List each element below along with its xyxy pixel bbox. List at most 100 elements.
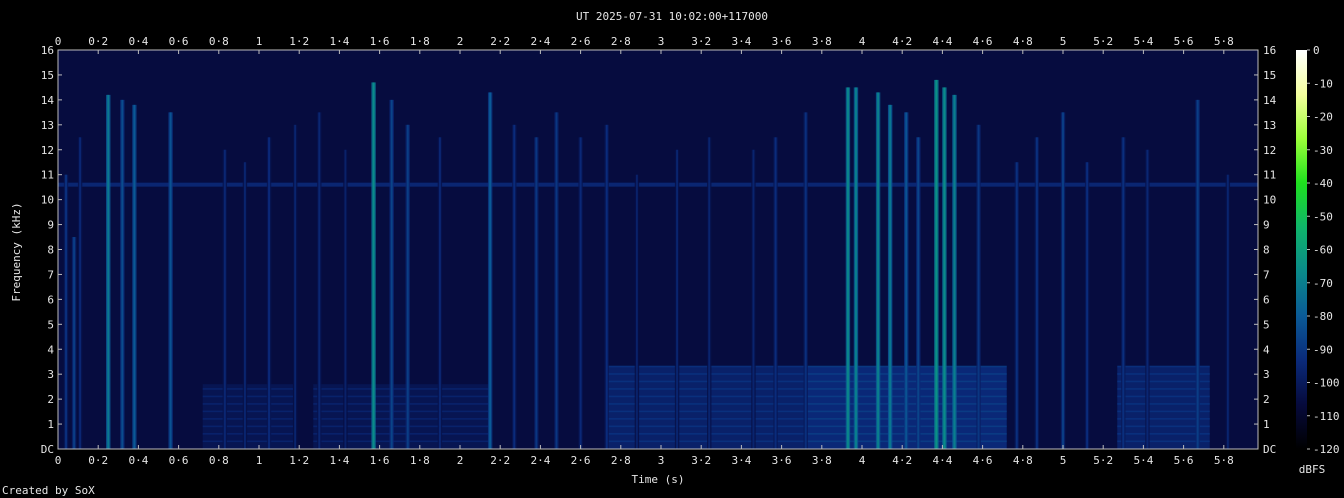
harmonic-line [313, 403, 491, 405]
transient-core [752, 149, 755, 449]
x-tick-label-bottom: 3 [658, 454, 665, 467]
y-tick-label-right: 16 [1263, 44, 1276, 57]
transient-core [1062, 112, 1064, 449]
x-tick-label-top: 5·4 [1133, 35, 1153, 48]
harmonic-line [313, 425, 491, 428]
transient-core [243, 162, 246, 449]
colorbar-tick-label: -40 [1313, 177, 1333, 190]
transient-28 [803, 112, 808, 449]
harmonic-line [202, 410, 294, 413]
harmonic-line [313, 388, 491, 390]
harmonic-segment-1 [313, 384, 491, 449]
transient-18 [512, 124, 517, 449]
transient-43 [1121, 137, 1126, 449]
y-tick-label-right: 12 [1263, 144, 1276, 157]
x-tick-label-top: 2·2 [490, 35, 510, 48]
transient-core [943, 87, 946, 449]
transient-36 [942, 87, 947, 449]
transient-core [223, 149, 226, 449]
x-tick-label-bottom: 1·6 [370, 454, 390, 467]
transient-core [935, 79, 938, 450]
x-tick-label-top: 1·8 [410, 35, 430, 48]
y-tick-label-right: 1 [1263, 418, 1270, 431]
transient-6 [168, 112, 173, 449]
transient-core [318, 112, 321, 449]
y-tick-label-right: 3 [1263, 368, 1270, 381]
transient-41 [1060, 112, 1066, 449]
colorbar-tick-label: -90 [1313, 343, 1333, 356]
transient-25 [707, 137, 712, 449]
y-tick-label-left: DC [41, 443, 54, 456]
credit-text: Created by SoX [2, 484, 95, 497]
x-tick-label-top: 0·4 [128, 35, 148, 48]
transient-core [133, 104, 136, 450]
harmonic-line [202, 433, 294, 435]
y-tick-label-left: 5 [47, 318, 54, 331]
colorbar-tick-label: -60 [1313, 244, 1333, 257]
transient-core [854, 87, 857, 449]
x-tick-label-top: 1·2 [289, 35, 309, 48]
y-tick-label-right: 13 [1263, 119, 1276, 132]
x-tick-label-top: 4·4 [932, 35, 952, 48]
harmonic-line [313, 418, 491, 420]
x-tick-label-top: 2·8 [611, 35, 631, 48]
transient-core [372, 82, 375, 449]
x-tick-label-bottom: 0 [55, 454, 62, 467]
x-tick-label-top: 3 [658, 35, 665, 48]
x-tick-label-bottom: 2·6 [571, 454, 591, 467]
transient-29 [845, 87, 851, 449]
y-tick-label-right: 4 [1263, 343, 1270, 356]
transient-19 [534, 137, 539, 449]
transient-core [438, 137, 441, 449]
transient-core [121, 99, 124, 449]
tone-band [58, 182, 1258, 187]
transient-core [65, 174, 68, 449]
transient-core [889, 104, 892, 450]
transient-11 [317, 112, 322, 449]
transient-37 [952, 94, 957, 449]
harmonic-line [202, 403, 294, 405]
y-tick-label-right: 11 [1263, 169, 1276, 182]
x-tick-label-top: 3·2 [691, 35, 711, 48]
transient-core [344, 149, 347, 449]
x-tick-label-bottom: 4·2 [892, 454, 912, 467]
transient-10 [292, 124, 298, 449]
transient-core [390, 99, 393, 449]
x-tick-label-bottom: 3·6 [772, 454, 792, 467]
x-tick-label-top: 4·6 [973, 35, 993, 48]
transient-core [1146, 149, 1149, 449]
transient-core [917, 137, 920, 449]
transient-core [579, 137, 582, 449]
y-tick-label-left: 8 [47, 244, 54, 257]
x-tick-label-top: 1·6 [370, 35, 390, 48]
x-tick-label-top: 5·8 [1214, 35, 1234, 48]
x-tick-label-top: 1·4 [329, 35, 349, 48]
harmonic-line [313, 395, 491, 398]
transient-9 [266, 137, 272, 449]
transient-31 [875, 92, 881, 450]
x-tick-label-top: 0·2 [88, 35, 108, 48]
x-tick-label-bottom: 1·2 [289, 454, 309, 467]
colorbar-tick-label: 0 [1313, 44, 1320, 57]
transient-32 [887, 104, 893, 450]
harmonic-line [202, 425, 294, 428]
transient-15 [405, 124, 410, 449]
y-tick-label-left: 14 [41, 94, 55, 107]
x-tick-label-bottom: 5 [1060, 454, 1067, 467]
transient-core [79, 137, 82, 449]
x-tick-label-bottom: 3·4 [731, 454, 751, 467]
x-tick-label-bottom: 1·4 [329, 454, 349, 467]
x-tick-label-top: 0·6 [169, 35, 189, 48]
x-tick-label-bottom: 5·6 [1174, 454, 1194, 467]
transient-core [489, 92, 492, 450]
y-tick-label-left: 4 [47, 343, 54, 356]
transient-core [877, 92, 880, 450]
transient-24 [674, 149, 680, 449]
y-tick-label-right: 10 [1263, 194, 1276, 207]
harmonic-line [202, 395, 294, 398]
x-tick-label-bottom: 2 [457, 454, 464, 467]
y-tick-label-left: 16 [41, 44, 54, 57]
transient-44 [1145, 149, 1150, 449]
transient-7 [222, 149, 228, 449]
transient-30 [853, 87, 859, 449]
